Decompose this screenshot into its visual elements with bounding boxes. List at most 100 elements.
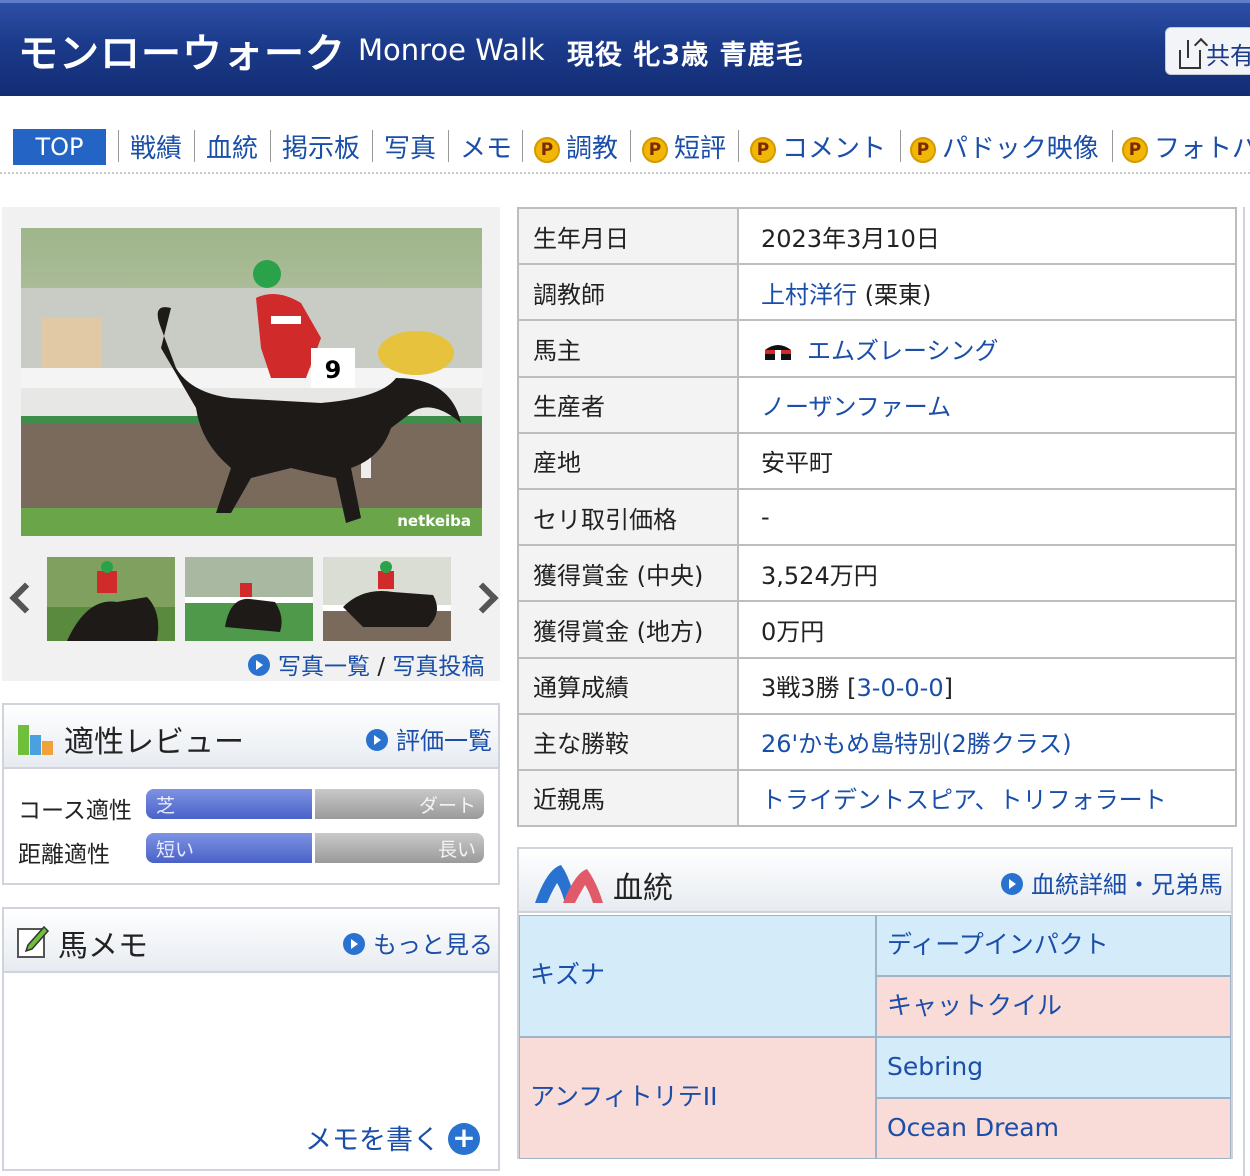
origin-value: 安平町 <box>737 431 1237 490</box>
trainer-link[interactable]: 上村洋行 <box>761 281 857 309</box>
owner-link[interactable]: エムズレーシング <box>807 337 999 365</box>
pedigree-detail-link[interactable]: 血統詳細・兄弟馬 <box>1001 865 1223 900</box>
pedigree-detail-label: 血統詳細・兄弟馬 <box>1031 871 1223 899</box>
relatives-cell: トライデントスピア、トリフォラート <box>737 768 1237 828</box>
arrow-circle-icon <box>366 729 388 751</box>
table-row: 調教師 上村洋行 (栗東) <box>517 263 1237 322</box>
photo-thumbnail[interactable] <box>47 557 175 641</box>
review-list-label: 評価一覧 <box>396 727 492 755</box>
table-row: 生年月日 2023年3月10日 <box>517 206 1237 266</box>
tab-comment[interactable]: P コメント <box>750 128 886 165</box>
course-left-label: 芝 <box>156 795 176 817</box>
birth-value: 2023年3月10日 <box>737 206 1237 266</box>
tab-pedigree[interactable]: 血統 <box>206 128 258 165</box>
tab-short-review-label: 短評 <box>674 134 727 164</box>
record-link[interactable]: 3-0-0-0 <box>857 674 944 702</box>
table-row: 馬主 エムズレーシング <box>517 319 1237 378</box>
tab-memo[interactable]: メモ <box>460 128 512 165</box>
share-button[interactable]: 共有 <box>1165 27 1250 75</box>
premium-icon: P <box>534 137 560 163</box>
course-aptitude-label: コース適性 <box>18 798 132 824</box>
nav-divider <box>448 130 449 162</box>
nav-divider <box>630 130 631 162</box>
photo-post-link[interactable]: 写真投稿 <box>392 654 484 680</box>
memo-more-link[interactable]: もっと見る <box>343 925 493 960</box>
prize-local-label: 獲得賞金 (地方) <box>517 600 739 659</box>
course-right-label: ダート <box>418 795 476 817</box>
pedigree-dam-dam[interactable]: Ocean Dream <box>876 1098 1231 1159</box>
horse-nav-tabs: TOP 戦績 血統 掲示板 写真 メモ P 調教 P 短評 P コメント P パドック映… <box>0 118 1250 174</box>
nav-divider <box>118 130 119 162</box>
memo-pencil-icon <box>17 925 50 958</box>
racing-silks-icon <box>765 344 791 360</box>
pedigree-dam[interactable]: アンフィトリテII <box>519 1037 876 1159</box>
breeder-link[interactable]: ノーザンファーム <box>761 393 951 421</box>
nav-divider <box>1112 130 1113 162</box>
thumbs-next-button[interactable] <box>467 579 499 619</box>
nav-divider <box>900 130 901 162</box>
table-row: 獲得賞金 (中央) 3,524万円 <box>517 544 1237 603</box>
pedigree-sire-dam[interactable]: キャットクイル <box>876 976 1231 1037</box>
auction-label: セリ取引価格 <box>517 487 739 547</box>
origin-label: 産地 <box>517 431 739 490</box>
pedigree-grid: キズナ アンフィトリテII ディープインパクト キャットクイル Sebring … <box>519 915 1231 1159</box>
arrow-circle-icon <box>248 654 270 676</box>
breeder-label: 生産者 <box>517 375 739 434</box>
main-horse-photo[interactable]: 9 netkeiba <box>21 228 482 536</box>
prize-central-value: 3,524万円 <box>737 544 1237 603</box>
photo-thumbnail[interactable] <box>185 557 313 641</box>
horse-profile: 現役 牝3歳 青鹿毛 <box>567 40 804 71</box>
pedigree-header: 血統 血統詳細・兄弟馬 <box>519 849 1231 913</box>
pedigree-dam-sire[interactable]: Sebring <box>876 1037 1231 1098</box>
table-row: 産地 安平町 <box>517 431 1237 490</box>
table-row: 主な勝鞍 26'かもめ島特別(2勝クラス) <box>517 712 1237 771</box>
relative-link[interactable]: トライデントスピア <box>761 786 975 814</box>
tab-paddock-video[interactable]: P パドック映像 <box>910 128 1099 165</box>
auction-value: - <box>737 487 1237 547</box>
relative-link[interactable]: トリフォラート <box>999 786 1167 814</box>
trainer-label: 調教師 <box>517 263 739 322</box>
premium-icon: P <box>750 137 776 163</box>
relative-separator: 、 <box>974 786 999 815</box>
tab-bbs[interactable]: 掲示板 <box>282 128 360 165</box>
record-label: 通算成績 <box>517 656 739 715</box>
trainer-area: (栗東) <box>864 280 932 309</box>
relatives-label: 近親馬 <box>517 768 739 828</box>
chevron-left-icon <box>9 582 41 614</box>
tab-photos[interactable]: 写真 <box>384 128 436 165</box>
nav-divider <box>372 130 373 162</box>
tab-results[interactable]: 戦績 <box>130 128 182 165</box>
nav-divider <box>270 130 271 162</box>
course-aptitude-bar: 芝 ダート <box>146 789 484 819</box>
premium-icon: P <box>910 137 936 163</box>
thumbs-prev-button[interactable] <box>6 579 41 619</box>
tab-short-review[interactable]: P 短評 <box>642 128 726 165</box>
horse-memo-header: 馬メモ もっと見る <box>4 909 498 973</box>
tab-training[interactable]: P 調教 <box>534 128 618 165</box>
horse-info-table: 生年月日 2023年3月10日 調教師 上村洋行 (栗東) 馬主 エムズレーシン… <box>517 206 1237 828</box>
nav-divider <box>194 130 195 162</box>
plus-icon: + <box>448 1123 480 1155</box>
main-win-link[interactable]: 26'かもめ島特別(2勝クラス) <box>761 730 1072 758</box>
pedigree-sire-sire[interactable]: ディープインパクト <box>876 915 1231 976</box>
saddle-number: 9 <box>325 356 342 384</box>
trainer-cell: 上村洋行 (栗東) <box>737 263 1237 322</box>
share-label: 共有 <box>1206 42 1250 70</box>
pedigree-sire[interactable]: キズナ <box>519 915 876 1037</box>
photo-link-separator: / <box>377 654 386 680</box>
tab-comment-label: コメント <box>782 134 887 164</box>
tab-top[interactable]: TOP <box>13 129 106 165</box>
photo-thumbnail[interactable] <box>323 557 451 641</box>
tab-photo-paddock-label: フォトパ <box>1154 134 1250 164</box>
pedigree-logo-icon <box>535 865 603 903</box>
write-memo-label: メモを書く <box>305 1125 440 1156</box>
review-list-link[interactable]: 評価一覧 <box>366 721 492 756</box>
horse-memo-title: 馬メモ <box>58 929 148 964</box>
breeder-cell: ノーザンファーム <box>737 375 1237 434</box>
tab-photo-paddock[interactable]: P フォトパ <box>1122 128 1250 165</box>
record-cell: 3戦3勝 [3-0-0-0] <box>737 656 1237 715</box>
photo-list-link[interactable]: 写真一覧 <box>278 654 370 680</box>
write-memo-button[interactable]: メモを書く + <box>305 1118 480 1157</box>
owner-label: 馬主 <box>517 319 739 378</box>
aptitude-review-title: 適性レビュー <box>64 725 244 760</box>
